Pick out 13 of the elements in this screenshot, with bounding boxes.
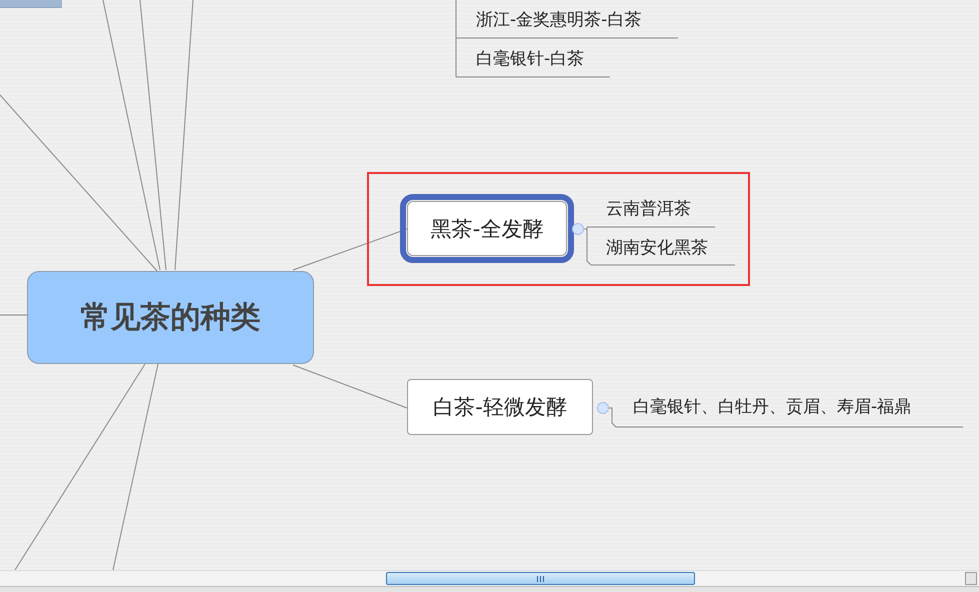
- topic-node[interactable]: 白茶-轻微发酵: [407, 379, 593, 435]
- scrollbar-thumb[interactable]: [386, 572, 695, 585]
- tab-strip: [0, 0, 62, 8]
- subtopic[interactable]: 白毫银针、白牡丹、贡眉、寿眉-福鼎: [633, 395, 912, 419]
- subtopic[interactable]: 云南普洱茶: [606, 197, 691, 221]
- subtopic[interactable]: 白毫银针-白茶: [476, 47, 584, 71]
- connector-line: [0, 314, 28, 316]
- central-topic[interactable]: 常见茶的种类: [27, 271, 314, 364]
- subtopic[interactable]: 湖南安化黑茶: [606, 236, 708, 260]
- collapse-toggle-icon[interactable]: [572, 223, 584, 235]
- horizontal-scrollbar[interactable]: [0, 570, 979, 586]
- subtopic[interactable]: 浙江-金奖惠明茶-白茶: [476, 8, 642, 32]
- collapse-toggle-icon[interactable]: [597, 402, 609, 414]
